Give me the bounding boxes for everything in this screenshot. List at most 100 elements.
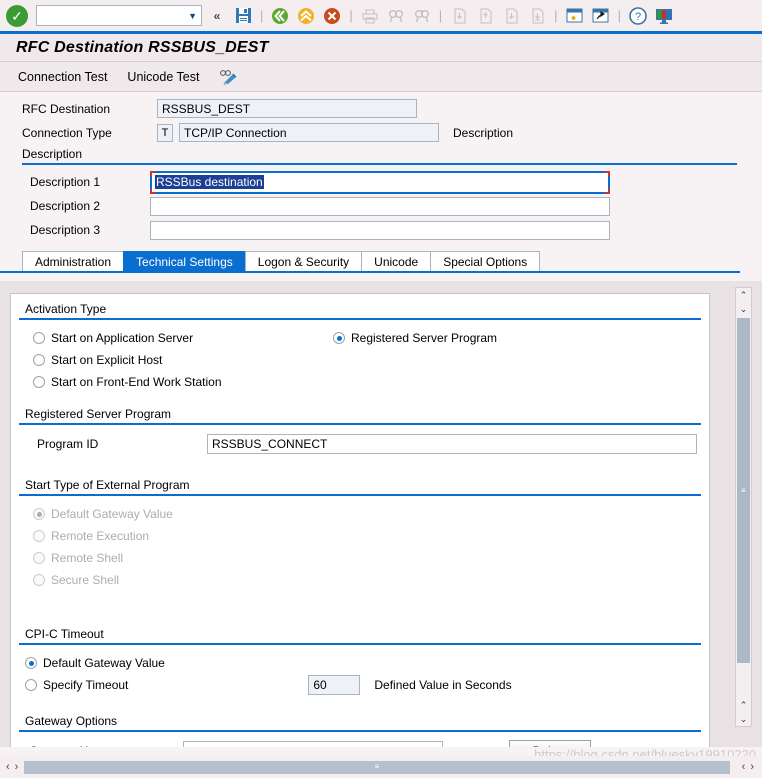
tab-special-options[interactable]: Special Options [430, 251, 541, 271]
radio-start-on-front-end-work-station[interactable]: Start on Front-End Work Station [33, 371, 333, 393]
description-2-label: Description 2 [30, 199, 101, 213]
program-id-row: Program ID RSSBUS_CONNECT [33, 432, 701, 456]
program-id-value: RSSBUS_CONNECT [212, 437, 328, 451]
radio-icon [25, 679, 37, 691]
back-chevrons-icon[interactable]: « [206, 5, 228, 27]
radio-label: Secure Shell [51, 573, 120, 587]
focus-corner-icon [605, 188, 610, 194]
focus-corner-icon [605, 170, 610, 176]
program-id-input[interactable]: RSSBUS_CONNECT [207, 434, 697, 454]
radio-default-gateway-value-timeout[interactable]: Default Gateway Value [25, 652, 701, 674]
help-icon[interactable]: ? [627, 5, 649, 27]
gateway-host-input[interactable] [183, 741, 443, 747]
radio-registered-server-program[interactable]: Registered Server Program [333, 327, 497, 349]
scroll-down-button-bottom[interactable]: ⌄ [736, 712, 751, 726]
save-icon[interactable] [232, 5, 254, 27]
description-1-input[interactable]: RSSBus destination [150, 170, 610, 194]
rfc-destination-input[interactable]: RSSBUS_DEST [157, 99, 417, 118]
scroll-up-button[interactable]: ⌃ [736, 288, 751, 302]
find-icon[interactable] [385, 5, 407, 27]
toolbar-divider: | [617, 8, 621, 23]
customize-layout-icon[interactable] [653, 5, 675, 27]
horizontal-scrollbar-thumb[interactable]: ≡ [24, 760, 730, 774]
radio-icon [25, 657, 37, 669]
radio-label: Specify Timeout [43, 678, 129, 692]
connection-type-input[interactable]: TCP/IP Connection [179, 123, 439, 142]
radio-icon [33, 530, 45, 542]
connection-type-code[interactable]: T [157, 123, 173, 142]
previous-page-icon[interactable] [474, 5, 496, 27]
unicode-test-button[interactable]: Unicode Test [127, 70, 199, 84]
settings-panel: Activation Type Start on Application Ser… [10, 293, 710, 747]
vertical-scrollbar-thumb[interactable]: ≡ [737, 318, 750, 663]
radio-specify-timeout[interactable]: Specify Timeout 60 Defined Value in Seco… [25, 674, 701, 696]
radio-remote-shell: Remote Shell [33, 547, 701, 569]
tab-unicode[interactable]: Unicode [361, 251, 432, 271]
print-icon[interactable] [359, 5, 381, 27]
connection-type-label: Connection Type [22, 125, 112, 140]
exit-yellow-icon[interactable] [295, 5, 317, 27]
scroll-up-button-bottom[interactable]: ⌃ [736, 698, 751, 712]
radio-start-on-application-server[interactable]: Start on Application Server [33, 327, 333, 349]
timeout-value-input[interactable]: 60 [308, 675, 361, 695]
scroll-right-button-right[interactable]: › [750, 761, 754, 773]
rfc-destination-row: RFC Destination RSSBUS_DEST [22, 98, 762, 119]
description-1-label: Description 1 [30, 175, 101, 189]
gateway-options-section: Gateway Options Gateway Host Delete [11, 710, 709, 747]
page-title-bar: RFC Destination RSSBUS_DEST [0, 34, 762, 62]
description-rows: Description 1 RSSBus destination Descrip… [22, 165, 742, 241]
create-shortcut-icon[interactable] [590, 5, 612, 27]
first-page-icon[interactable] [448, 5, 470, 27]
tab-technical-settings[interactable]: Technical Settings [123, 251, 246, 271]
radio-default-gateway-value-start-type: Default Gateway Value [33, 503, 701, 525]
cancel-red-icon[interactable] [321, 5, 343, 27]
radio-start-on-explicit-host[interactable]: Start on Explicit Host [33, 349, 333, 371]
timeout-note-label: Defined Value in Seconds [374, 678, 512, 692]
radio-label: Start on Application Server [51, 331, 194, 345]
toolbar-divider: | [260, 8, 264, 23]
tab-administration[interactable]: Administration [22, 251, 125, 271]
connection-type-value: TCP/IP Connection [184, 125, 287, 140]
scroll-left-button[interactable]: ‹ [6, 761, 10, 773]
delete-button[interactable]: Delete [509, 740, 591, 747]
tab-technical-settings-label: Technical Settings [136, 254, 233, 269]
scrollbar-grip-icon: ≡ [374, 762, 380, 772]
tab-unicode-label: Unicode [374, 254, 419, 269]
vertical-scrollbar-bottom-buttons: ⌃ ⌄ [736, 698, 751, 726]
radio-remote-execution: Remote Execution [33, 525, 701, 547]
find-next-icon[interactable] [411, 5, 433, 27]
radio-icon [33, 354, 45, 366]
tab-logon-security[interactable]: Logon & Security [244, 251, 363, 271]
description-row: Description 1 RSSBus destination [22, 170, 742, 194]
checkmark-ok-icon[interactable]: ✓ [6, 4, 28, 27]
vertical-scrollbar[interactable]: ⌃ ⌄ ≡ ⌃ ⌄ [735, 287, 752, 727]
horizontal-scroll-left-arrows: ‹ › [0, 761, 24, 773]
registered-server-program-section: Registered Server Program Program ID RSS… [11, 403, 709, 470]
create-session-icon[interactable] [564, 5, 586, 27]
back-green-icon[interactable] [269, 5, 291, 27]
radio-label: Remote Shell [51, 551, 124, 565]
scroll-right-button[interactable]: › [15, 761, 19, 773]
rfc-header-form: RFC Destination RSSBUS_DEST Connection T… [0, 92, 762, 143]
description-2-input[interactable] [150, 196, 610, 216]
svg-text:?: ? [635, 11, 641, 23]
radio-label: Default Gateway Value [43, 656, 165, 670]
scroll-down-button[interactable]: ⌄ [736, 302, 751, 316]
command-field[interactable]: ▼ [36, 5, 202, 26]
scroll-left-button-right[interactable]: ‹ [742, 761, 746, 773]
connection-test-button[interactable]: Connection Test [18, 70, 107, 84]
description-3-input[interactable] [150, 220, 610, 240]
gateway-host-label: Gateway Host [29, 744, 179, 747]
focus-corner-icon [150, 170, 155, 176]
gateway-options-title: Gateway Options [19, 710, 701, 732]
toolbar-divider: | [438, 8, 443, 23]
radio-secure-shell: Secure Shell [33, 569, 701, 591]
next-page-icon[interactable] [500, 5, 522, 27]
radio-label: Start on Explicit Host [51, 353, 163, 367]
last-page-icon[interactable] [526, 5, 548, 27]
radio-label: Remote Execution [51, 529, 150, 543]
rfc-destination-value: RSSBUS_DEST [162, 101, 251, 116]
registered-server-program-title: Registered Server Program [19, 403, 701, 425]
glasses-pencil-icon[interactable] [219, 69, 239, 85]
chevron-down-icon[interactable]: ▼ [188, 11, 197, 21]
